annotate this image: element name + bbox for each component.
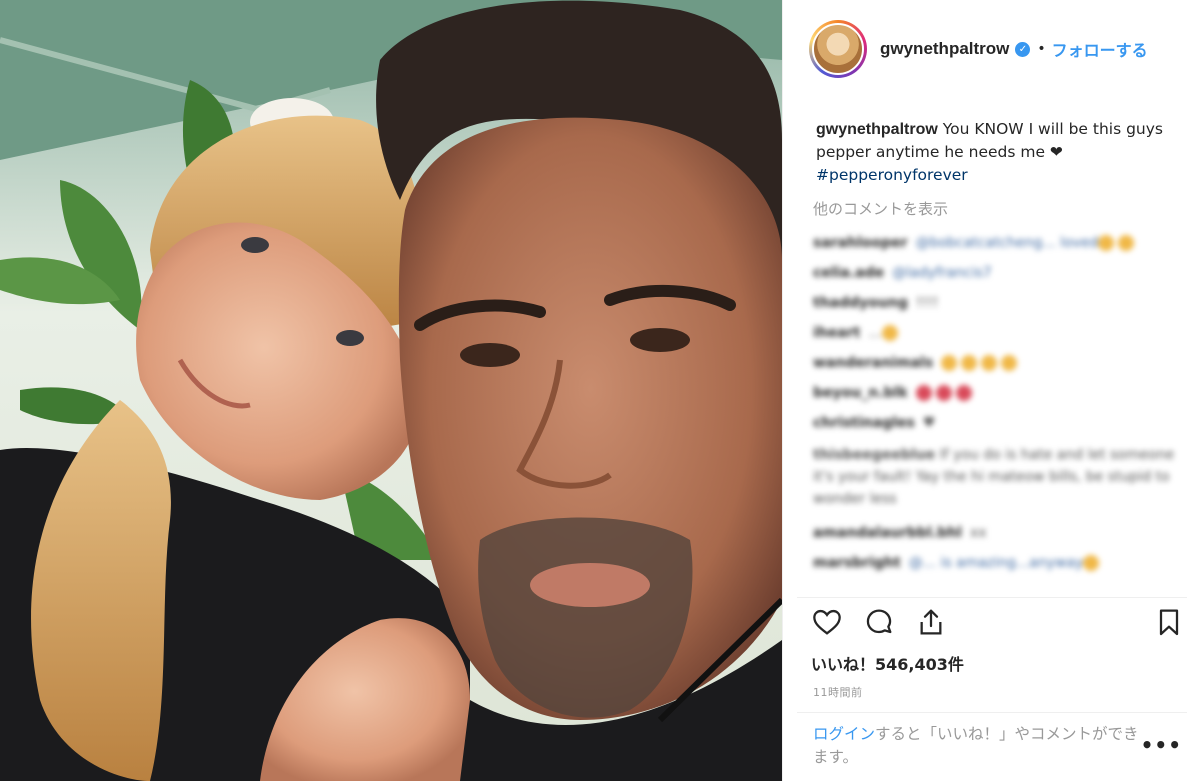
comment-list: sarahlooper @bobcatcatcheng... loved cel… — [813, 228, 1191, 596]
comment-username[interactable]: sarahlooper — [813, 235, 908, 251]
header-username[interactable]: gwynethpaltrow — [880, 39, 1009, 59]
comment-text: ... — [868, 325, 882, 341]
selfie-image — [0, 0, 782, 781]
comment-username[interactable]: celia.ade — [813, 265, 884, 281]
emoji-icon — [881, 325, 898, 341]
post-photo[interactable] — [0, 0, 782, 781]
bookmark-icon[interactable] — [1153, 606, 1185, 642]
emoji-icon — [941, 355, 958, 371]
login-link[interactable]: ログイン — [813, 725, 875, 743]
comment-username[interactable]: marsbright — [813, 555, 901, 571]
comment-username[interactable]: amandalaurbbl.bhl — [813, 525, 962, 541]
comment-username[interactable]: iheart — [813, 325, 860, 341]
list-item: iheart ... — [813, 318, 1191, 348]
heart-emoji-icon — [935, 385, 952, 401]
emoji-icon — [1098, 235, 1115, 251]
list-item: marsbright @... is amazing...anyway — [813, 548, 1191, 578]
avatar-image — [812, 23, 864, 75]
divider — [797, 597, 1187, 598]
comment-text: @ladyfrancis7 — [892, 265, 992, 281]
heart-icon[interactable] — [811, 606, 843, 642]
list-item: beyou_n.blk — [813, 378, 1191, 408]
comment-username[interactable]: thaddyoung — [813, 295, 908, 311]
separator-dot: • — [1037, 41, 1046, 57]
caption-username[interactable]: gwynethpaltrow — [816, 121, 938, 138]
comment-text: @bobcatcatcheng... loved — [915, 235, 1099, 251]
comment-text: ♥ — [922, 415, 936, 431]
more-options-icon[interactable]: ••• — [1141, 733, 1182, 757]
login-prompt: ログインすると「いいね！」やコメントができます。 — [813, 723, 1153, 769]
comment-text: !!!! — [915, 295, 939, 311]
action-bar — [811, 606, 1185, 646]
emoji-icon — [1118, 235, 1135, 251]
follow-button[interactable]: フォローする — [1052, 37, 1148, 61]
emoji-icon — [1001, 355, 1018, 371]
emoji-icon — [981, 355, 998, 371]
comment-text: xx — [969, 525, 987, 541]
load-more-comments-button[interactable]: 他のコメントを表示 — [813, 198, 948, 219]
list-item: amandalaurbbl.bhl xx — [813, 518, 1191, 548]
list-item: thaddyoung !!!! — [813, 288, 1191, 318]
post-caption: gwynethpaltrow You KNOW I will be this g… — [816, 118, 1176, 187]
comment-text: @... is amazing...anyway — [908, 555, 1084, 571]
post-header: gwynethpaltrow ✓ • フォローする — [783, 0, 1200, 98]
like-count[interactable]: いいね！546,403件 — [811, 651, 964, 675]
list-item: thisbeegeeblue If you do is hate and let… — [813, 438, 1191, 518]
share-icon[interactable] — [915, 606, 947, 642]
comment-icon[interactable] — [863, 606, 895, 642]
comment-username[interactable]: thisbeegeeblue — [813, 447, 935, 463]
comment-username[interactable]: christinagles — [813, 415, 915, 431]
verified-badge-icon: ✓ — [1015, 41, 1031, 57]
post-sidebar: gwynethpaltrow ✓ • フォローする gwynethpaltrow… — [782, 0, 1200, 781]
heart-emoji: ❤ — [1049, 143, 1063, 161]
divider — [797, 712, 1187, 713]
emoji-icon — [961, 355, 978, 371]
heart-emoji-icon — [955, 385, 972, 401]
list-item: celia.ade @ladyfrancis7 — [813, 258, 1191, 288]
avatar[interactable] — [809, 20, 867, 78]
comment-username[interactable]: beyou_n.blk — [813, 385, 908, 401]
comment-username[interactable]: wanderanimals — [813, 355, 933, 371]
heart-emoji-icon — [915, 385, 932, 401]
comment-text: thisbeegeeblue If you do is hate and let… — [813, 444, 1191, 510]
emoji-icon — [1083, 555, 1100, 571]
list-item: sarahlooper @bobcatcatcheng... loved — [813, 228, 1191, 258]
list-item: wanderanimals — [813, 348, 1191, 378]
list-item: christinagles ♥ — [813, 408, 1191, 438]
post-timestamp[interactable]: 11時間前 — [813, 684, 863, 700]
hashtag-link[interactable]: #pepperonyforever — [816, 166, 968, 184]
